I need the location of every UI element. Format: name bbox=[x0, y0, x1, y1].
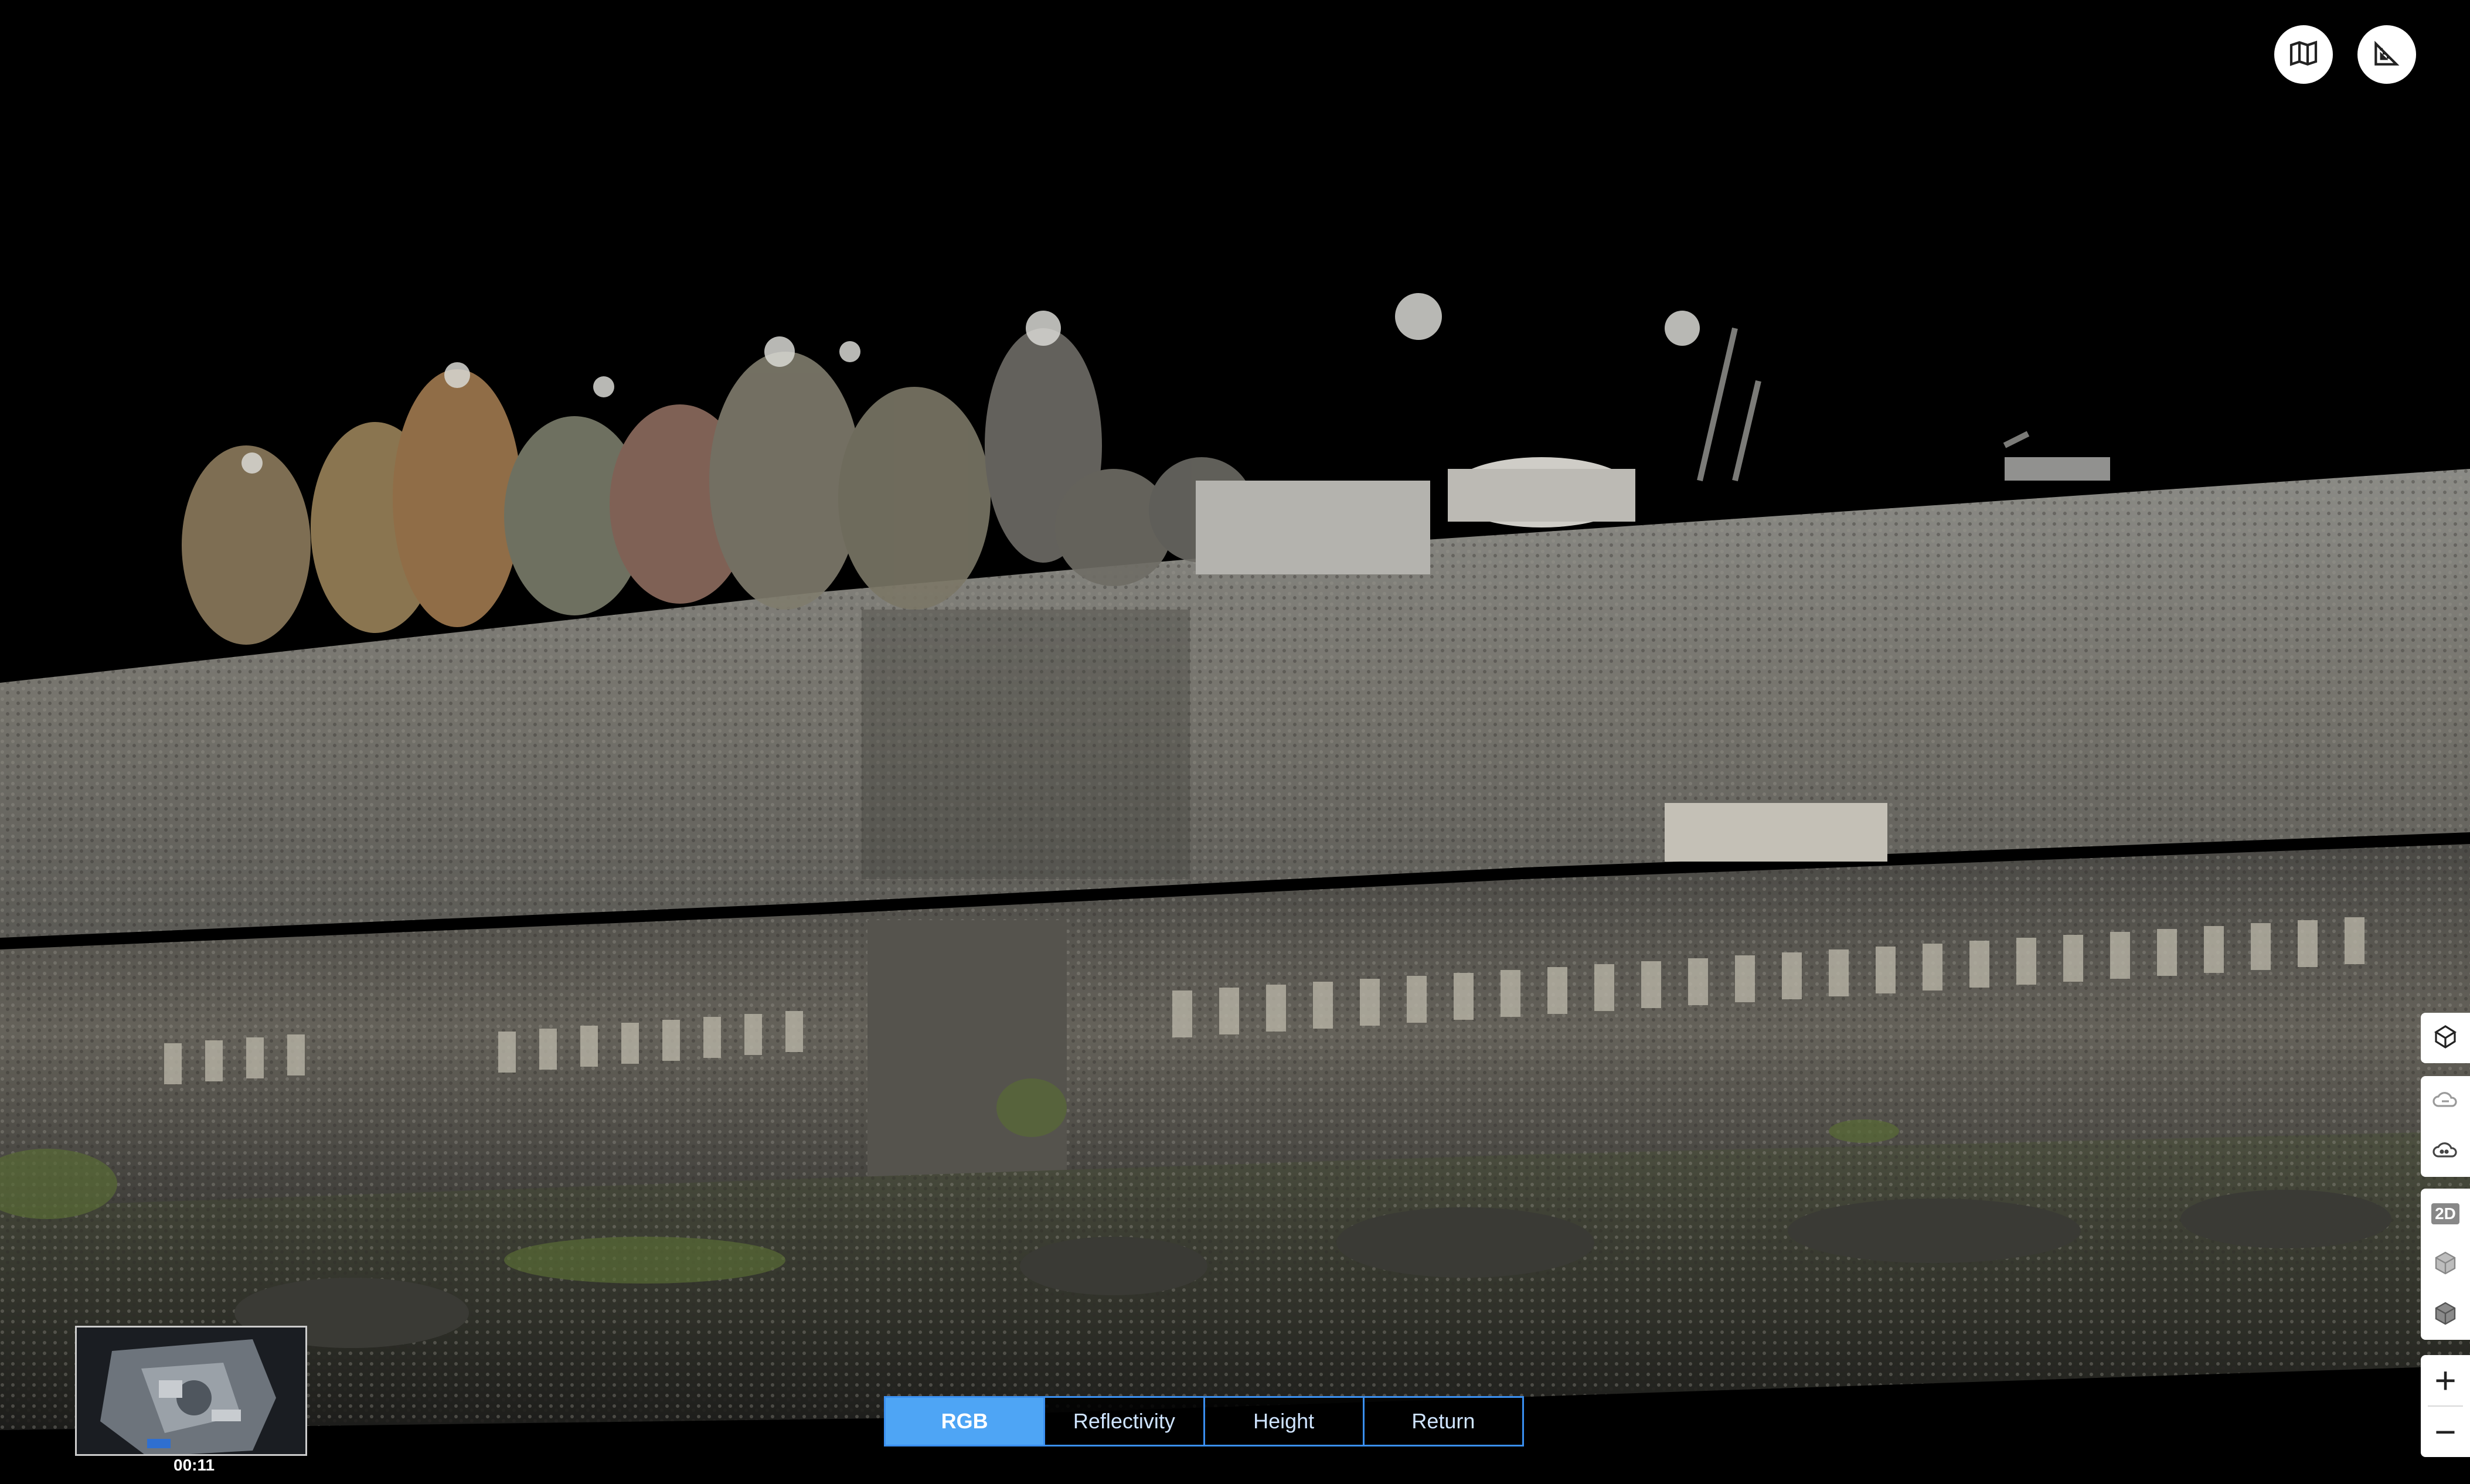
zoom-out-icon: − bbox=[2434, 1411, 2457, 1453]
2d-view-button[interactable]: 2D bbox=[2421, 1189, 2470, 1239]
minimap-image bbox=[77, 1328, 305, 1454]
map-button[interactable] bbox=[2274, 25, 2333, 84]
cloud-texture-button[interactable] bbox=[2421, 1126, 2470, 1177]
cloud-texture-icon bbox=[2431, 1136, 2459, 1168]
mode-rgb[interactable]: RGB bbox=[886, 1398, 1046, 1445]
cloud-mode-icon bbox=[2431, 1086, 2459, 1117]
zoom-in-icon: + bbox=[2434, 1359, 2457, 1401]
zoom-in-button[interactable]: + bbox=[2421, 1355, 2470, 1405]
cube-solid-icon bbox=[2431, 1299, 2459, 1330]
point-cloud-scene bbox=[0, 293, 2470, 1430]
2d-view-icon: 2D bbox=[2431, 1203, 2459, 1224]
point-cloud-viewport[interactable]: 2D + − RGB Reflectivity Height Return 00… bbox=[0, 0, 2470, 1484]
map-icon bbox=[2287, 37, 2320, 73]
zoom-out-button[interactable]: − bbox=[2421, 1407, 2470, 1457]
color-mode-selector: RGB Reflectivity Height Return bbox=[884, 1396, 1524, 1446]
3d-solid-view-button[interactable] bbox=[2421, 1289, 2470, 1340]
view-mode-toolbar bbox=[2421, 1013, 2470, 1063]
mode-reflectivity[interactable]: Reflectivity bbox=[1045, 1398, 1205, 1445]
mode-return[interactable]: Return bbox=[1365, 1398, 1522, 1445]
zoom-toolbar: + − bbox=[2421, 1355, 2470, 1457]
cloud-mode-button[interactable] bbox=[2421, 1076, 2470, 1126]
minimap-timestamp: 00:11 bbox=[173, 1456, 215, 1474]
cube-icon bbox=[2431, 1249, 2459, 1280]
projection-toolbar: 2D bbox=[2421, 1189, 2470, 1340]
3d-view-button[interactable] bbox=[2421, 1239, 2470, 1289]
measure-button[interactable] bbox=[2357, 25, 2416, 84]
mode-height[interactable]: Height bbox=[1205, 1398, 1365, 1445]
point-cloud-view-icon bbox=[2431, 1023, 2459, 1054]
cloud-toolbar bbox=[2421, 1076, 2470, 1177]
measure-icon bbox=[2370, 37, 2403, 73]
minimap[interactable] bbox=[75, 1326, 307, 1456]
point-cloud-view-button[interactable] bbox=[2421, 1013, 2470, 1063]
